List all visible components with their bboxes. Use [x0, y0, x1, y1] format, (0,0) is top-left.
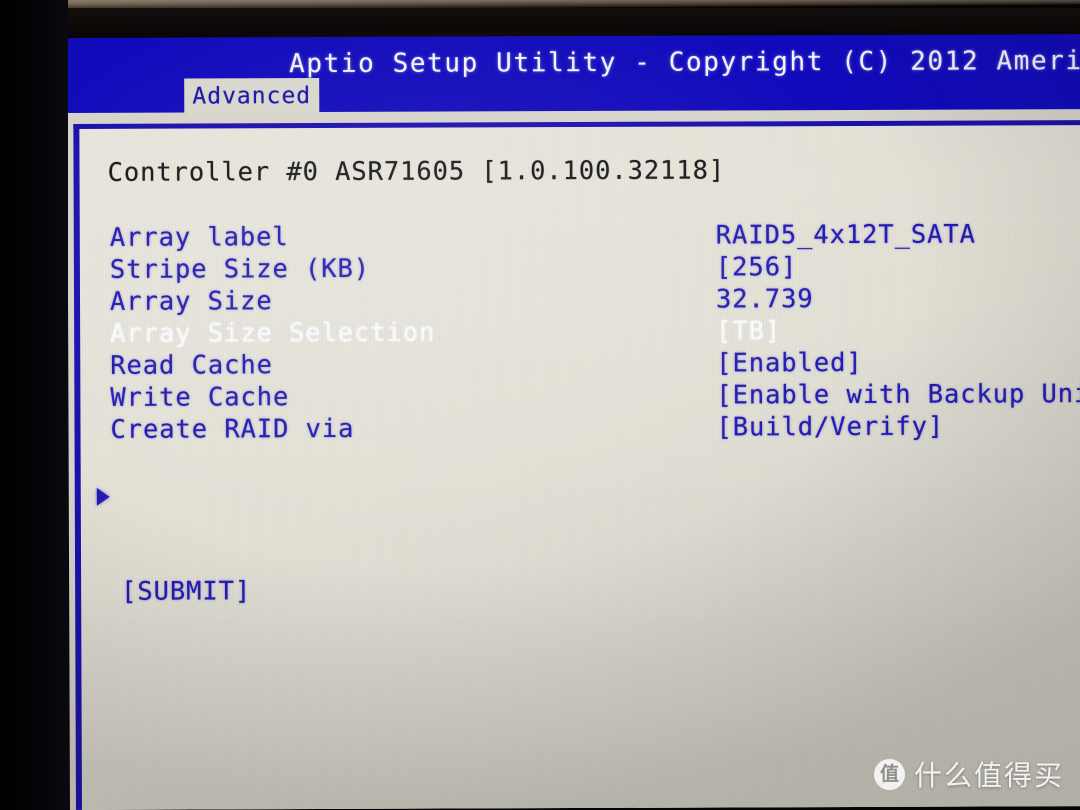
- monitor-photo: Aptio Setup Utility - Copyright (C) 2012…: [0, 0, 1080, 810]
- bios-screen: Aptio Setup Utility - Copyright (C) 2012…: [64, 30, 1080, 810]
- setting-label: Write Cache: [110, 382, 290, 413]
- monitor-bezel-left: [0, 0, 68, 810]
- setting-label: Array label: [109, 222, 289, 253]
- settings-list: Array label RAID5_4x12T_SATA Stripe Size (…: [80, 218, 1080, 446]
- setting-label: Create RAID via: [110, 413, 355, 445]
- setting-row[interactable]: Stripe Size (KB) [256]: [80, 250, 1080, 286]
- controller-heading: Controller #0 ASR71605 [1.0.100.32118]: [107, 155, 726, 188]
- submit-row[interactable]: [SUBMIT]: [81, 479, 276, 607]
- setting-label: Stripe Size (KB): [109, 253, 371, 285]
- submit-button[interactable]: [SUBMIT]: [121, 575, 251, 607]
- watermark: 值 什么值得买: [873, 754, 1064, 794]
- setting-label: Array Size: [109, 286, 273, 317]
- page-title: Aptio Setup Utility - Copyright (C) 2012…: [289, 45, 1080, 80]
- setup-page-body: Controller #0 ASR71605 [1.0.100.32118] A…: [67, 109, 1080, 810]
- setting-row[interactable]: Write Cache [Enable with Backup Unit]: [80, 378, 1080, 414]
- settings-panel: Controller #0 ASR71605 [1.0.100.32118] A…: [79, 125, 1080, 810]
- setting-value[interactable]: 32.739: [716, 283, 814, 315]
- setting-value[interactable]: [Enable with Backup Unit]: [716, 378, 1080, 412]
- setting-row[interactable]: Array Size Selection [TB]: [80, 314, 1080, 350]
- setting-value[interactable]: RAID5_4x12T_SATA: [716, 219, 976, 252]
- submit-arrow-icon: [96, 487, 110, 506]
- setting-row[interactable]: Create RAID via [Build/Verify]: [80, 410, 1080, 446]
- setting-row[interactable]: Read Cache [Enabled]: [80, 346, 1080, 382]
- smzdm-logo-icon: 值: [873, 758, 905, 790]
- tab-advanced[interactable]: Advanced: [184, 78, 320, 114]
- setting-row[interactable]: Array label RAID5_4x12T_SATA: [80, 218, 1080, 254]
- setting-value[interactable]: [TB]: [716, 315, 781, 347]
- content-frame: Controller #0 ASR71605 [1.0.100.32118] A…: [73, 120, 1080, 810]
- setting-label: Read Cache: [110, 350, 273, 381]
- setting-value[interactable]: [Build/Verify]: [716, 411, 944, 444]
- watermark-text: 什么值得买: [913, 759, 1064, 792]
- setting-value[interactable]: [256]: [716, 251, 797, 283]
- setting-label: Array Size Selection: [110, 317, 436, 349]
- setting-row[interactable]: Array Size 32.739: [80, 282, 1080, 318]
- setting-value[interactable]: [Enabled]: [716, 347, 862, 380]
